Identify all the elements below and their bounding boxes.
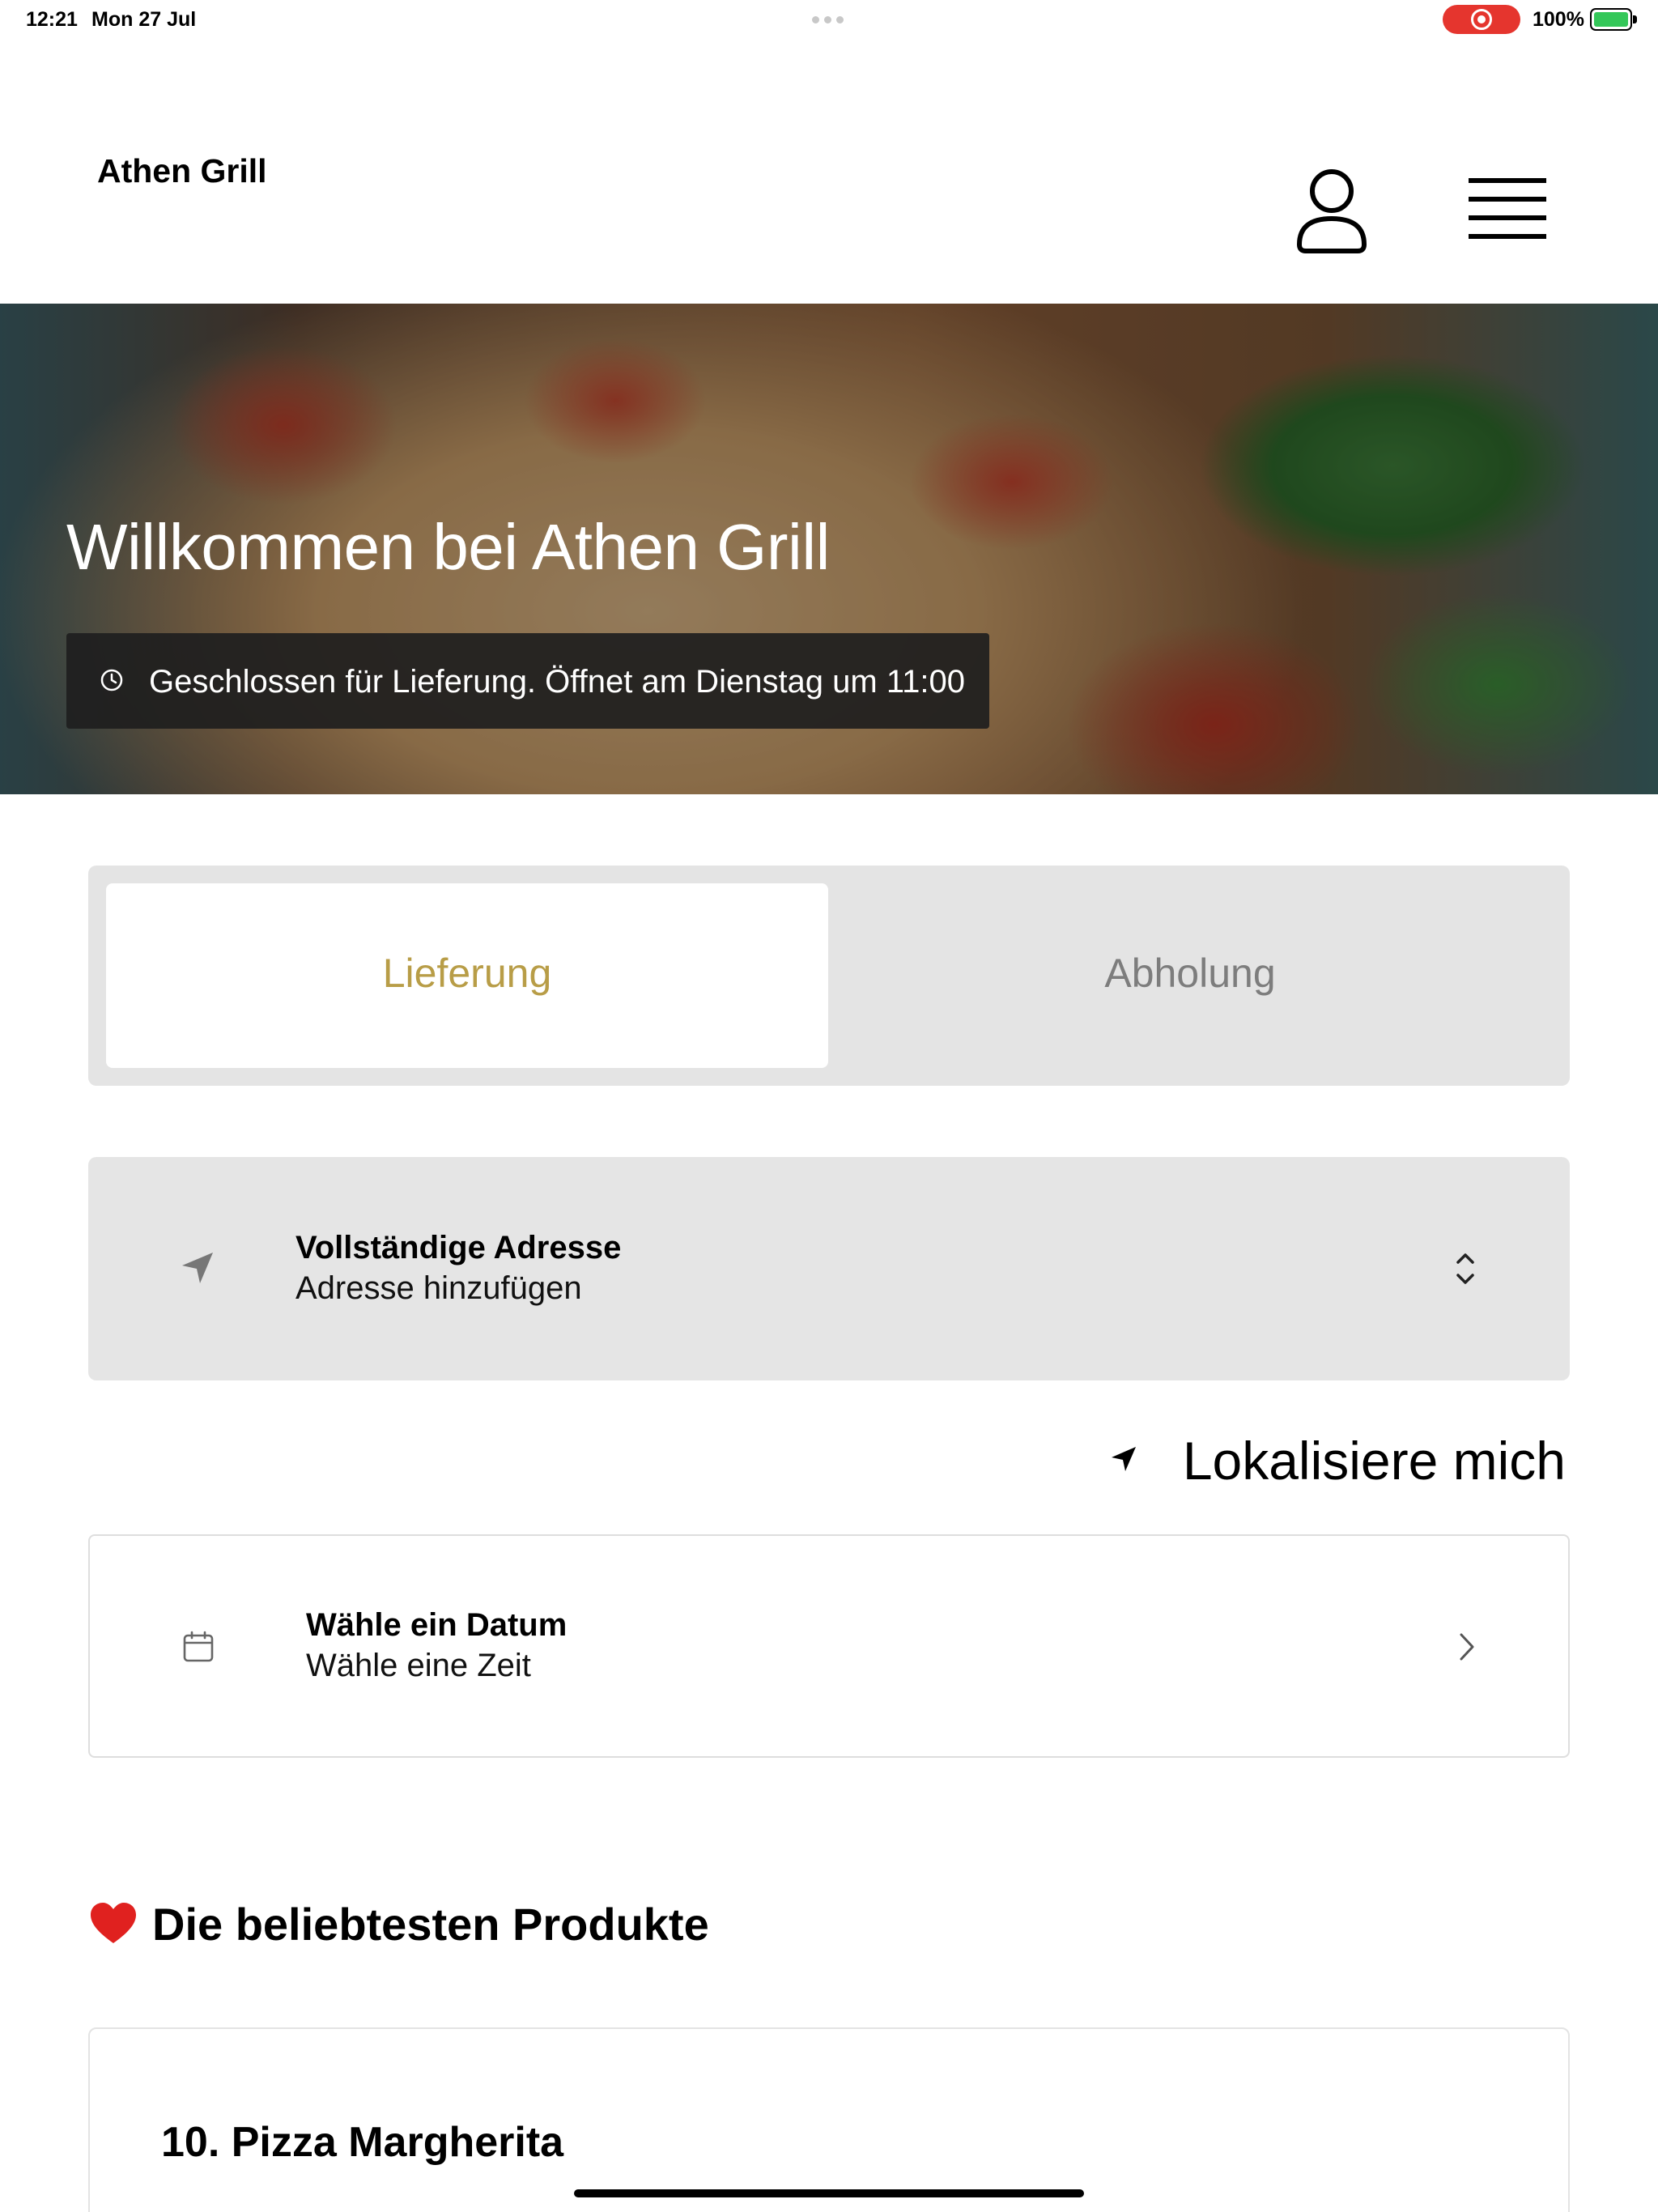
- popular-products-title: Die beliebtesten Produkte: [152, 1899, 709, 1950]
- location-arrow-icon: [1112, 1447, 1136, 1471]
- popular-products-heading: Die beliebtesten Produkte: [89, 1895, 1061, 1959]
- brand-name[interactable]: Athen Grill: [97, 152, 267, 190]
- tab-pickup[interactable]: Abholung: [828, 883, 1552, 1068]
- account-button[interactable]: [1291, 160, 1372, 257]
- chevron-up-down-icon: [1456, 1253, 1474, 1284]
- tab-delivery[interactable]: Lieferung: [106, 883, 828, 1068]
- clock-icon: [100, 669, 123, 691]
- address-placeholder: Adresse hinzufügen: [295, 1270, 582, 1306]
- time-label: Wähle eine Zeit: [306, 1648, 531, 1683]
- status-time: 12:21: [26, 8, 78, 31]
- welcome-title: Willkommen bei Athen Grill: [66, 511, 830, 583]
- product-card[interactable]: 10. Pizza Margherita: [88, 2027, 1570, 2212]
- tab-delivery-label: Lieferung: [382, 951, 552, 996]
- multitasking-dots-icon[interactable]: [812, 16, 844, 23]
- status-date: Mon 27 Jul: [91, 8, 197, 31]
- user-icon: [1297, 169, 1367, 253]
- address-title: Vollständige Adresse: [295, 1230, 622, 1266]
- tab-pickup-label: Abholung: [1104, 951, 1276, 996]
- hero-banner: Willkommen bei Athen Grill Geschlossen f…: [0, 304, 1658, 794]
- hamburger-menu-icon: [1469, 178, 1546, 239]
- chevron-right-icon: [1460, 1633, 1474, 1661]
- heart-icon: [91, 1903, 136, 1943]
- opening-status-text: Geschlossen für Lieferung. Öffnet am Die…: [149, 664, 965, 700]
- date-label: Wähle ein Datum: [306, 1607, 568, 1643]
- app-header: Athen Grill: [0, 39, 1658, 304]
- schedule-selector[interactable]: Wähle ein Datum Wähle eine Zeit: [88, 1534, 1570, 1758]
- battery-icon: [1590, 8, 1637, 31]
- opening-status-badge: Geschlossen für Lieferung. Öffnet am Die…: [66, 633, 989, 729]
- screen-recording-icon[interactable]: [1443, 5, 1520, 34]
- status-bar: 12:21 Mon 27 Jul 100%: [0, 0, 1658, 39]
- calendar-icon: [183, 1631, 214, 1662]
- product-name: 10. Pizza Margherita: [161, 2119, 564, 2166]
- locate-me-label: Lokalisiere mich: [1182, 1431, 1566, 1491]
- order-mode-toggle: Lieferung Abholung: [88, 866, 1570, 1086]
- locate-me-button[interactable]: Lokalisiere mich: [1109, 1427, 1571, 1491]
- address-selector[interactable]: Vollständige Adresse Adresse hinzufügen: [88, 1157, 1570, 1380]
- home-indicator[interactable]: [574, 2189, 1084, 2197]
- location-arrow-icon: [182, 1253, 213, 1283]
- battery-percentage: 100%: [1533, 8, 1584, 31]
- menu-button[interactable]: [1462, 168, 1551, 249]
